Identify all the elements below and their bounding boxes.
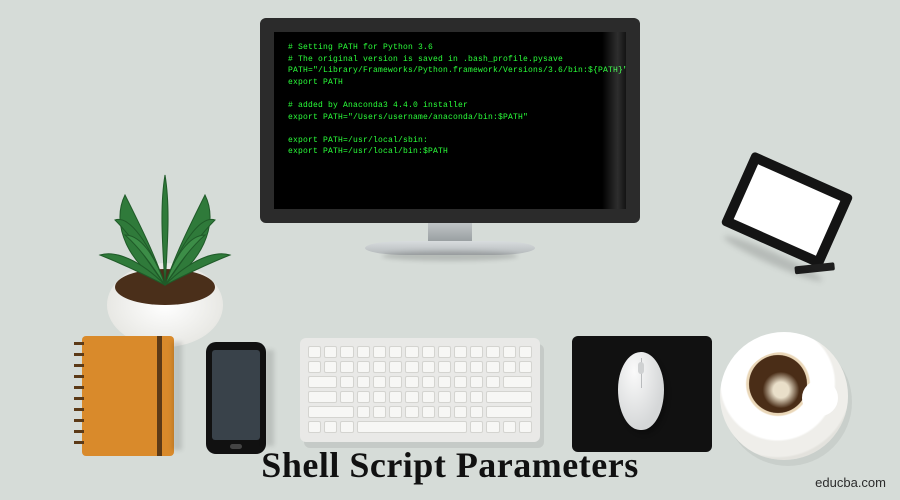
monitor-stand-base xyxy=(365,241,535,255)
monitor: # Setting PATH for Python 3.6 # The orig… xyxy=(260,18,640,255)
hero-illustration: # Setting PATH for Python 3.6 # The orig… xyxy=(0,0,900,500)
plant-icon xyxy=(70,155,260,350)
mouse-icon xyxy=(618,352,664,430)
keyboard-icon xyxy=(300,338,540,442)
notebook-icon xyxy=(82,336,174,456)
coffee-foam-icon xyxy=(762,372,800,408)
page-title: Shell Script Parameters xyxy=(0,444,900,486)
photo-frame-icon xyxy=(720,151,853,269)
monitor-screen: # Setting PATH for Python 3.6 # The orig… xyxy=(260,18,640,223)
smartphone-icon xyxy=(206,342,266,454)
watermark: educba.com xyxy=(815,475,886,490)
terminal-text: # Setting PATH for Python 3.6 # The orig… xyxy=(274,32,626,168)
monitor-stand-neck xyxy=(428,223,472,241)
